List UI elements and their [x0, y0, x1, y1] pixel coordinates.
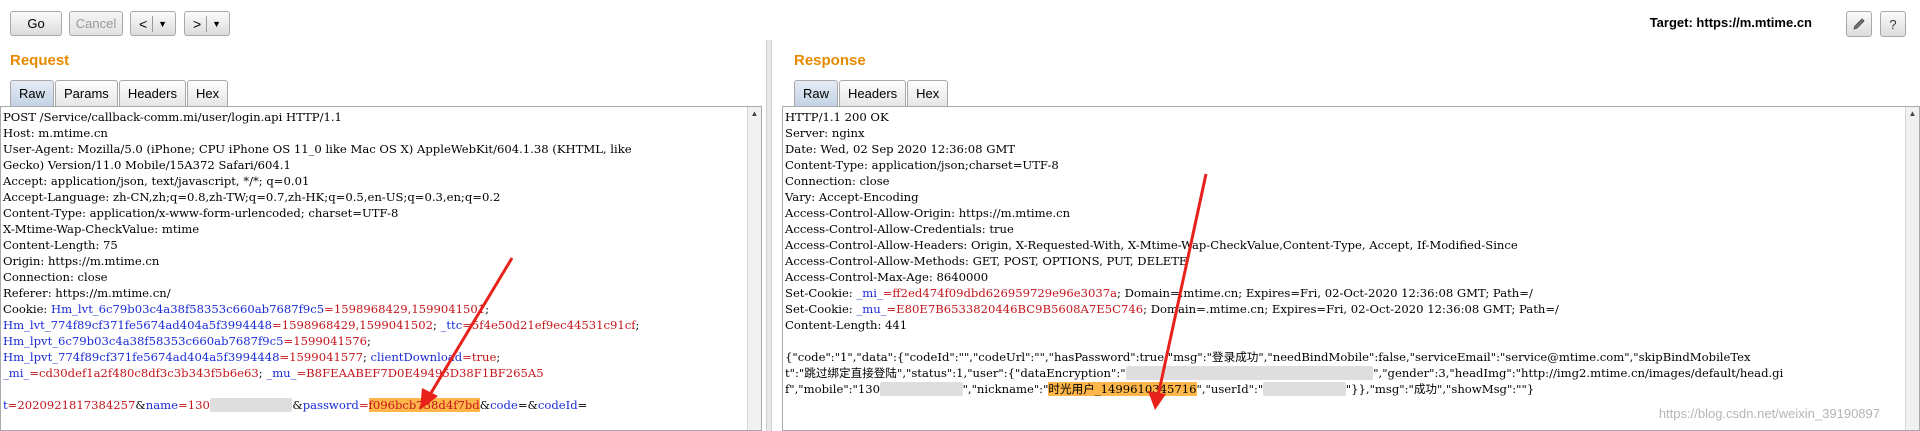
watermark: https://blog.csdn.net/weixin_39190897 — [1658, 406, 1880, 421]
annotation-arrowhead-response — [1148, 391, 1166, 410]
annotation-arrows — [420, 173, 1208, 410]
annotation-arrow-request — [426, 257, 514, 399]
annotation-arrowhead-request — [420, 388, 438, 410]
annotation-arrow-response — [1156, 173, 1208, 397]
